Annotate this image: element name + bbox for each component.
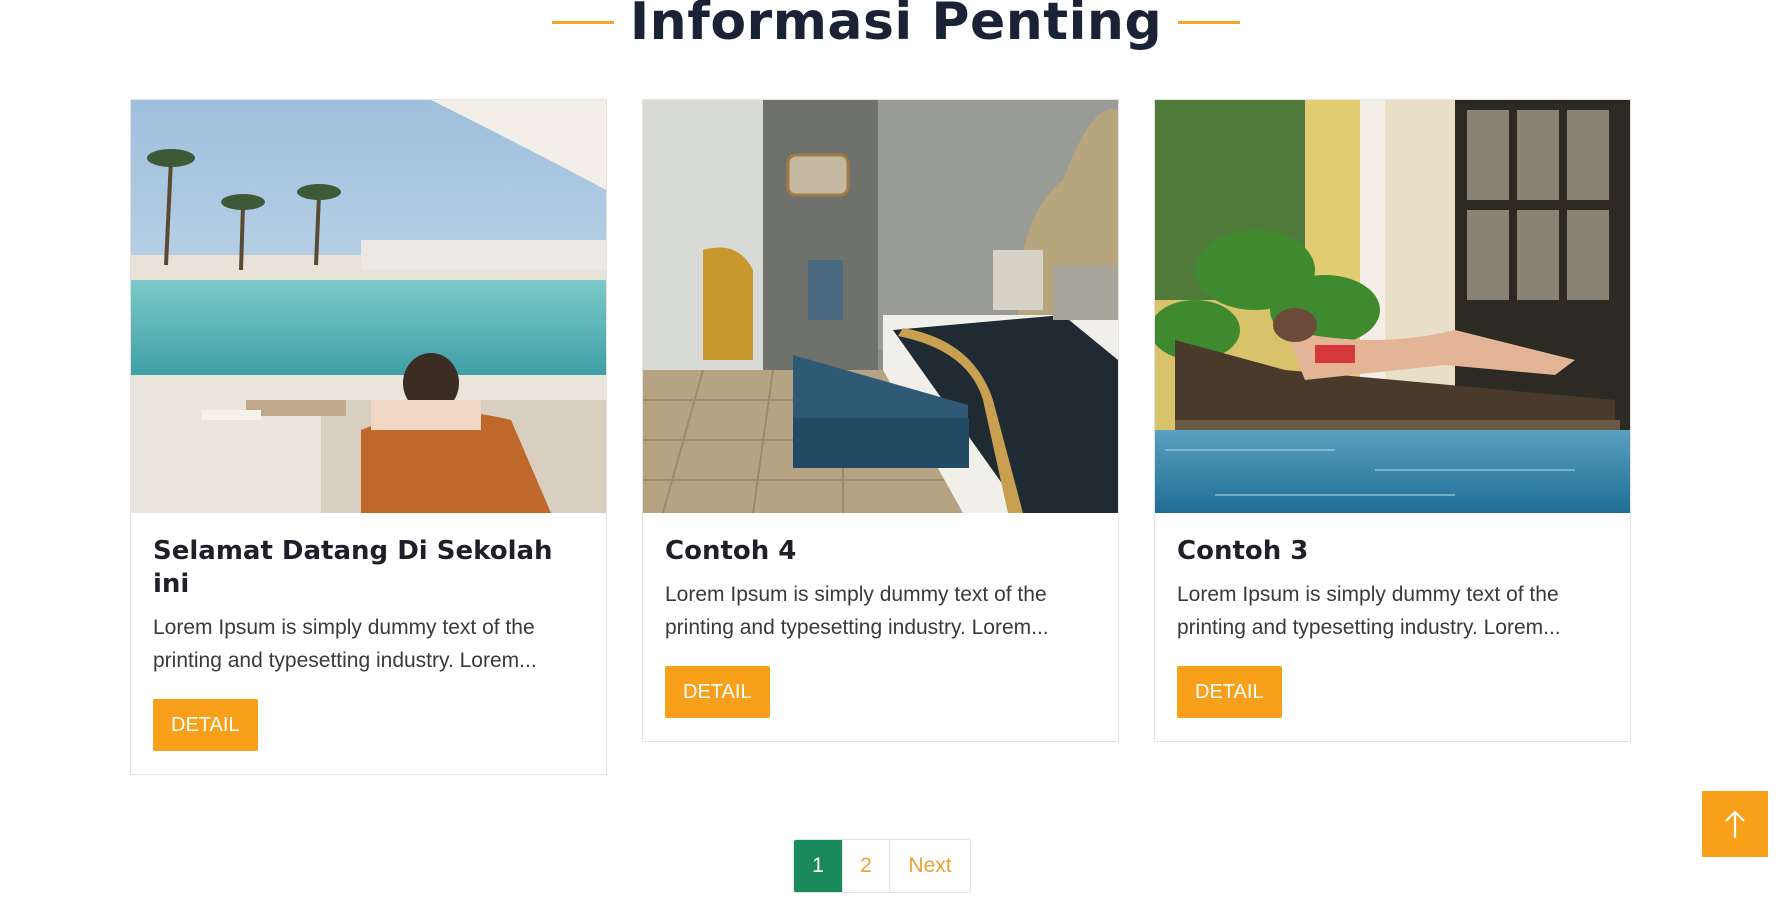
header-line-left [551, 20, 614, 24]
detail-button[interactable]: DETAIL [665, 666, 770, 718]
card-title[interactable]: Contoh 4 [665, 535, 1096, 568]
pagination: 1 2 Next [793, 839, 971, 893]
page: Informasi Penting Selamat Datang Di Seko… [0, 0, 1792, 907]
poolside-lounger-image [1155, 100, 1630, 513]
card-title[interactable]: Selamat Datang Di Sekolah ini [153, 535, 584, 601]
resort-pool-image [131, 100, 606, 513]
info-card: Contoh 4 Lorem Ipsum is simply dummy tex… [642, 99, 1119, 742]
section-title: Informasi Penting [629, 0, 1163, 52]
detail-button[interactable]: DETAIL [1177, 666, 1282, 718]
card-title[interactable]: Contoh 3 [1177, 535, 1608, 568]
detail-button[interactable]: DETAIL [153, 699, 258, 751]
hotel-bedroom-image [643, 100, 1118, 513]
page-link-next[interactable]: Next [889, 840, 970, 892]
header-line-right [1178, 20, 1241, 24]
card-image[interactable] [643, 100, 1118, 513]
card-excerpt: Lorem Ipsum is simply dummy text of the … [1177, 583, 1561, 639]
card-excerpt: Lorem Ipsum is simply dummy text of the … [665, 583, 1049, 639]
card-image[interactable] [1155, 100, 1630, 513]
page-link-current[interactable]: 1 [794, 840, 842, 892]
card-image[interactable] [131, 100, 606, 513]
info-card: Selamat Datang Di Sekolah ini Lorem Ipsu… [130, 99, 607, 775]
back-to-top-button[interactable] [1702, 791, 1768, 857]
card-excerpt: Lorem Ipsum is simply dummy text of the … [153, 616, 537, 672]
page-link-2[interactable]: 2 [842, 840, 889, 892]
info-card: Contoh 3 Lorem Ipsum is simply dummy tex… [1154, 99, 1631, 742]
arrow-up-icon [1725, 810, 1745, 838]
section-header: Informasi Penting [0, 0, 1792, 62]
